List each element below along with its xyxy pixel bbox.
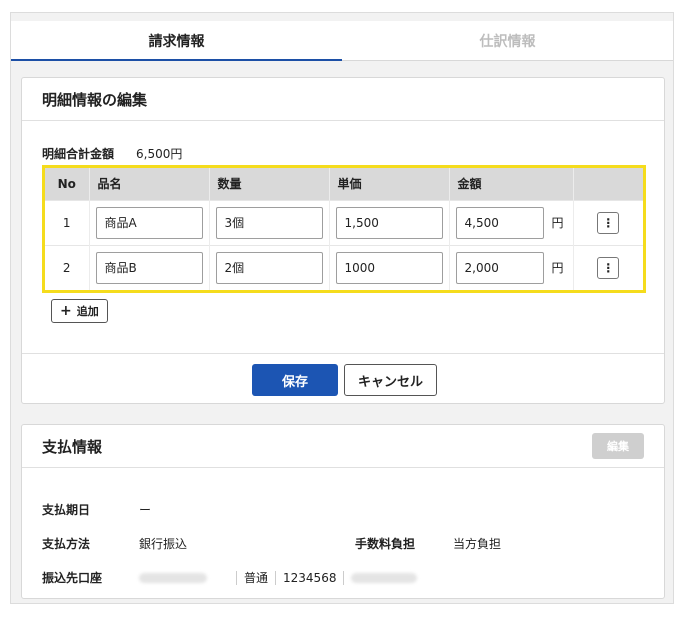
bank-account-row: 振込先口座 普通 1234568: [42, 569, 418, 586]
field-separator: [343, 570, 345, 585]
payment-method-value: 銀行振込: [139, 537, 188, 551]
detail-card-header: 明細情報の編集: [22, 78, 664, 121]
total-amount-value: 6,500円: [136, 147, 183, 161]
payment-card-header: 支払情報 編集: [22, 425, 664, 468]
bank-account-label: 振込先口座: [42, 571, 103, 585]
plus-icon: +: [60, 303, 72, 319]
line-items-table-highlight: No 品名 数量 単価 金額 1 商品A 3個 1,500 4,500 円 ⋮ …: [42, 165, 646, 293]
row-menu-icon[interactable]: ⋮: [597, 211, 620, 234]
yen-unit: 円: [551, 216, 564, 230]
payment-due-row: 支払期日 ー: [42, 501, 151, 518]
save-button[interactable]: 保存: [252, 364, 338, 396]
col-header-no: No: [45, 168, 90, 200]
cancel-button[interactable]: キャンセル: [344, 364, 437, 396]
tab-billing-info[interactable]: 請求情報: [11, 21, 342, 61]
total-amount-row: 明細合計金額 6,500円: [42, 145, 182, 162]
item-name-input[interactable]: 商品B: [95, 251, 203, 284]
tab-journal-info[interactable]: 仕訳情報: [342, 21, 673, 60]
payment-card-title: 支払情報: [42, 437, 103, 456]
item-qty-input[interactable]: 2個: [215, 251, 323, 284]
yen-unit: 円: [551, 261, 564, 276]
bank-name-redacted: [139, 572, 207, 583]
line-items-table: No 品名 数量 単価 金額 1 商品A 3個 1,500 4,500 円 ⋮ …: [45, 168, 643, 290]
payment-method-row: 支払方法 銀行振込 手数料負担 当方負担: [42, 535, 646, 552]
row-number: 2: [45, 244, 90, 290]
col-header-amount: 金額: [449, 168, 574, 200]
row-number: 1: [45, 199, 90, 245]
col-header-actions: [573, 168, 643, 200]
payment-due-value: ー: [139, 503, 152, 517]
item-qty-input[interactable]: 3個: [215, 206, 323, 239]
total-amount-label: 明細合計金額: [42, 147, 115, 161]
row-menu-icon[interactable]: ⋮: [597, 256, 620, 279]
detail-edit-card: 明細情報の編集 明細合計金額 6,500円 No 品名 数量 単価 金額 1 商…: [21, 77, 665, 404]
payment-info-card: 支払情報 編集 支払期日 ー 支払方法 銀行振込 手数料負担 当方負担 振込先口…: [21, 424, 665, 599]
payment-edit-button[interactable]: 編集: [592, 433, 644, 459]
payment-due-label: 支払期日: [42, 503, 91, 517]
card-divider: [22, 353, 664, 354]
tab-bar: 請求情報 仕訳情報: [11, 21, 673, 61]
col-header-name: 品名: [89, 168, 210, 200]
fee-bearer-value: 当方負担: [453, 537, 502, 551]
account-number-value: 1234568: [283, 570, 337, 585]
table-row: 2 商品B 2個 1000 2,000 円 ⋮: [45, 244, 643, 290]
item-price-input[interactable]: 1,500: [335, 206, 443, 239]
col-header-price: 単価: [329, 168, 450, 200]
col-header-qty: 数量: [209, 168, 330, 200]
detail-card-title: 明細情報の編集: [42, 90, 148, 109]
field-separator: [275, 570, 277, 585]
account-holder-redacted: [351, 572, 418, 583]
fee-bearer-label: 手数料負担: [355, 537, 416, 551]
item-amount-input[interactable]: 4,500: [455, 206, 544, 239]
field-separator: [236, 570, 237, 585]
table-header-row: No 品名 数量 単価 金額: [45, 168, 643, 200]
account-type-value: 普通: [244, 571, 269, 585]
item-amount-input[interactable]: 2,000: [455, 251, 544, 284]
add-row-button[interactable]: + 追加: [51, 299, 108, 323]
item-price-input[interactable]: 1000: [335, 251, 443, 284]
payment-method-label: 支払方法: [42, 537, 91, 551]
item-name-input[interactable]: 商品A: [95, 206, 203, 239]
app-frame: 請求情報 仕訳情報 明細情報の編集 明細合計金額 6,500円 No 品名 数量: [10, 12, 674, 604]
add-row-label: 追加: [76, 305, 99, 318]
table-row: 1 商品A 3個 1,500 4,500 円 ⋮: [45, 199, 643, 245]
